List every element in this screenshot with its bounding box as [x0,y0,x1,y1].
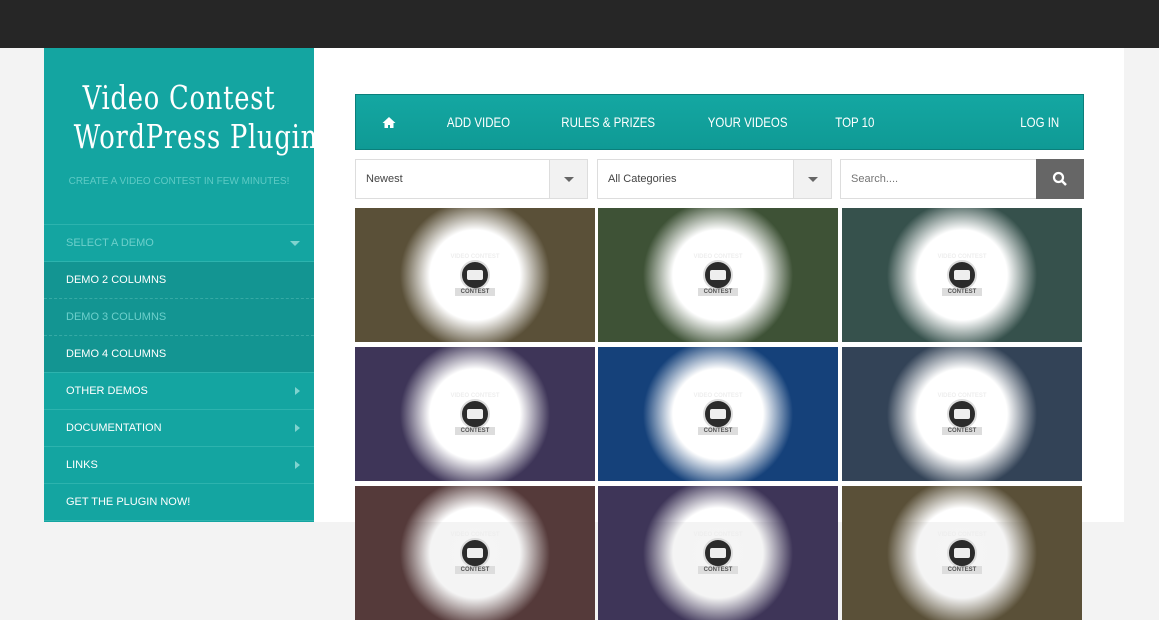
video-contest-badge-icon: VIDEO CONTEST CONTEST [927,379,997,449]
filters-bar: Newest All Categories [355,159,1084,199]
menu-label: DEMO 4 COLUMNS [66,348,167,360]
video-contest-badge-icon: VIDEO CONTEST CONTEST [440,379,510,449]
video-contest-badge-icon: VIDEO CONTEST CONTEST [927,518,997,588]
top-bar [0,0,1159,48]
search-icon [1052,171,1067,186]
contest-nav: ADD VIDEO RULES & PRIZES YOUR VIDEOS TOP… [355,94,1084,150]
caret-down-icon [807,176,818,182]
menu-label: GET THE PLUGIN NOW! [66,496,191,508]
search-input[interactable] [841,160,1031,198]
badge-ribbon: CONTEST [697,566,739,574]
menu-label: DOCUMENTATION [66,422,162,434]
chevron-down-icon [290,240,300,246]
nav-add-video[interactable]: ADD VIDEO [447,114,510,130]
badge-ribbon: CONTEST [941,566,983,574]
search-button[interactable] [1036,159,1084,199]
menu-demo-4-columns[interactable]: DEMO 4 COLUMNS [44,336,314,373]
video-contest-badge-icon: VIDEO CONTEST CONTEST [440,518,510,588]
site-logo[interactable]: Video Contest WordPress Plugin CREATE A … [44,48,319,225]
menu-other-demos[interactable]: OTHER DEMOS [44,373,314,410]
video-contest-badge-icon: VIDEO CONTEST CONTEST [440,240,510,310]
badge-ribbon: CONTEST [697,288,739,296]
badge-ribbon: CONTEST [454,566,496,574]
video-thumbnail[interactable]: VIDEO CONTEST CONTEST [842,347,1082,481]
right-margin [1124,48,1159,522]
dropdown-button[interactable] [793,160,831,198]
site-tagline: CREATE A VIDEO CONTEST IN FEW MINUTES! [68,176,290,187]
video-contest-badge-icon: VIDEO CONTEST CONTEST [683,379,753,449]
site-title-line1: Video Contest [82,78,276,117]
badge-ribbon: CONTEST [941,427,983,435]
chevron-right-icon [295,461,300,469]
badge-ribbon: CONTEST [941,288,983,296]
search-box [840,159,1084,199]
nav-log-in[interactable]: LOG IN [1020,114,1059,130]
video-thumbnail[interactable]: VIDEO CONTEST CONTEST [355,208,595,342]
video-thumbnail[interactable]: VIDEO CONTEST CONTEST [355,486,595,620]
menu-demo-3-columns[interactable]: DEMO 3 COLUMNS [44,299,314,336]
sort-value: Newest [366,173,403,185]
menu-links[interactable]: LINKS [44,447,314,484]
menu-documentation[interactable]: DOCUMENTATION [44,410,314,447]
chevron-right-icon [295,387,300,395]
video-contest-badge-icon: VIDEO CONTEST CONTEST [927,240,997,310]
sort-select[interactable]: Newest [355,159,588,199]
badge-ribbon: CONTEST [697,427,739,435]
nav-top-10[interactable]: TOP 10 [835,114,874,130]
menu-get-plugin[interactable]: GET THE PLUGIN NOW! [44,484,314,521]
menu-label: DEMO 2 COLUMNS [66,274,167,286]
video-thumbnail[interactable]: VIDEO CONTEST CONTEST [598,486,838,620]
menu-demo-2-columns[interactable]: DEMO 2 COLUMNS [44,262,314,299]
video-thumbnail[interactable]: VIDEO CONTEST CONTEST [355,347,595,481]
caret-down-icon [563,176,574,182]
video-contest-badge-icon: VIDEO CONTEST CONTEST [683,518,753,588]
category-value: All Categories [608,173,677,185]
nav-your-videos[interactable]: YOUR VIDEOS [708,114,788,130]
menu-label: OTHER DEMOS [66,385,148,397]
video-thumbnail[interactable]: VIDEO CONTEST CONTEST [598,347,838,481]
main-content: ADD VIDEO RULES & PRIZES YOUR VIDEOS TOP… [314,48,1124,620]
sidebar: Video Contest WordPress Plugin CREATE A … [44,48,319,522]
menu-select-demo[interactable]: SELECT A DEMO [44,225,314,262]
category-select[interactable]: All Categories [597,159,832,199]
badge-ribbon: CONTEST [454,427,496,435]
site-title-line2: WordPress Plugin [73,117,319,156]
chevron-right-icon [295,424,300,432]
menu-label: LINKS [66,459,98,471]
video-thumbnail[interactable]: VIDEO CONTEST CONTEST [842,208,1082,342]
menu-label: SELECT A DEMO [66,237,154,249]
home-icon[interactable] [382,116,396,129]
badge-ribbon: CONTEST [454,288,496,296]
nav-rules-prizes[interactable]: RULES & PRIZES [561,114,655,130]
video-thumbnail[interactable]: VIDEO CONTEST CONTEST [598,208,838,342]
video-thumbnail[interactable]: VIDEO CONTEST CONTEST [842,486,1082,620]
menu-label: DEMO 3 COLUMNS [66,311,167,323]
dropdown-button[interactable] [549,160,587,198]
video-contest-badge-icon: VIDEO CONTEST CONTEST [683,240,753,310]
